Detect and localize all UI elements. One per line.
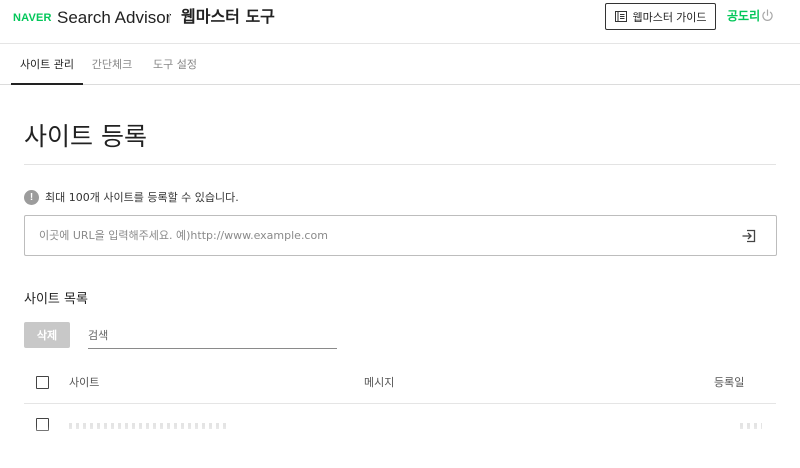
- column-site[interactable]: 사이트: [69, 362, 99, 404]
- top-header: NAVER Search Advisor 웹마스터 도구 웹마스터 가이드 공도…: [0, 0, 800, 44]
- site-list-title: 사이트 목록: [24, 292, 88, 307]
- exclamation-icon: !: [24, 189, 39, 205]
- user-name[interactable]: 공도리: [727, 8, 760, 24]
- notice-text: 최대 100개 사이트를 등록할 수 있습니다.: [45, 191, 239, 204]
- webmaster-guide-label: 웹마스터 가이드: [632, 11, 707, 24]
- title-divider: [24, 164, 776, 165]
- tab-tool-settings[interactable]: 도구 설정: [144, 44, 206, 85]
- bottom-fade: [0, 426, 800, 468]
- site-search-input[interactable]: [88, 322, 337, 348]
- book-icon: [614, 11, 627, 22]
- product-name[interactable]: Search Advisor: [57, 7, 171, 29]
- header-divider: [169, 13, 170, 23]
- page-title: 사이트 등록: [24, 122, 147, 151]
- delete-button[interactable]: 삭제: [24, 322, 70, 348]
- tab-site-management[interactable]: 사이트 관리: [11, 44, 83, 85]
- power-icon[interactable]: [761, 9, 774, 22]
- select-all-checkbox[interactable]: [36, 376, 49, 389]
- column-registered-date[interactable]: 등록일: [714, 362, 744, 404]
- main-tabs: 사이트 관리 간단체크 도구 설정: [0, 44, 800, 85]
- site-table-header: 사이트 메시지 등록일: [24, 362, 776, 404]
- site-search: [88, 322, 337, 349]
- site-limit-notice: ! 최대 100개 사이트를 등록할 수 있습니다.: [24, 189, 239, 205]
- url-input-box: [24, 215, 777, 256]
- webmaster-guide-button[interactable]: 웹마스터 가이드: [605, 3, 716, 30]
- tool-title: 웹마스터 도구: [181, 7, 275, 26]
- column-message[interactable]: 메시지: [364, 362, 394, 404]
- naver-logo[interactable]: NAVER: [13, 11, 52, 25]
- enter-icon[interactable]: [741, 228, 757, 244]
- url-input[interactable]: [39, 216, 719, 255]
- tab-quick-check[interactable]: 간단체크: [84, 44, 140, 85]
